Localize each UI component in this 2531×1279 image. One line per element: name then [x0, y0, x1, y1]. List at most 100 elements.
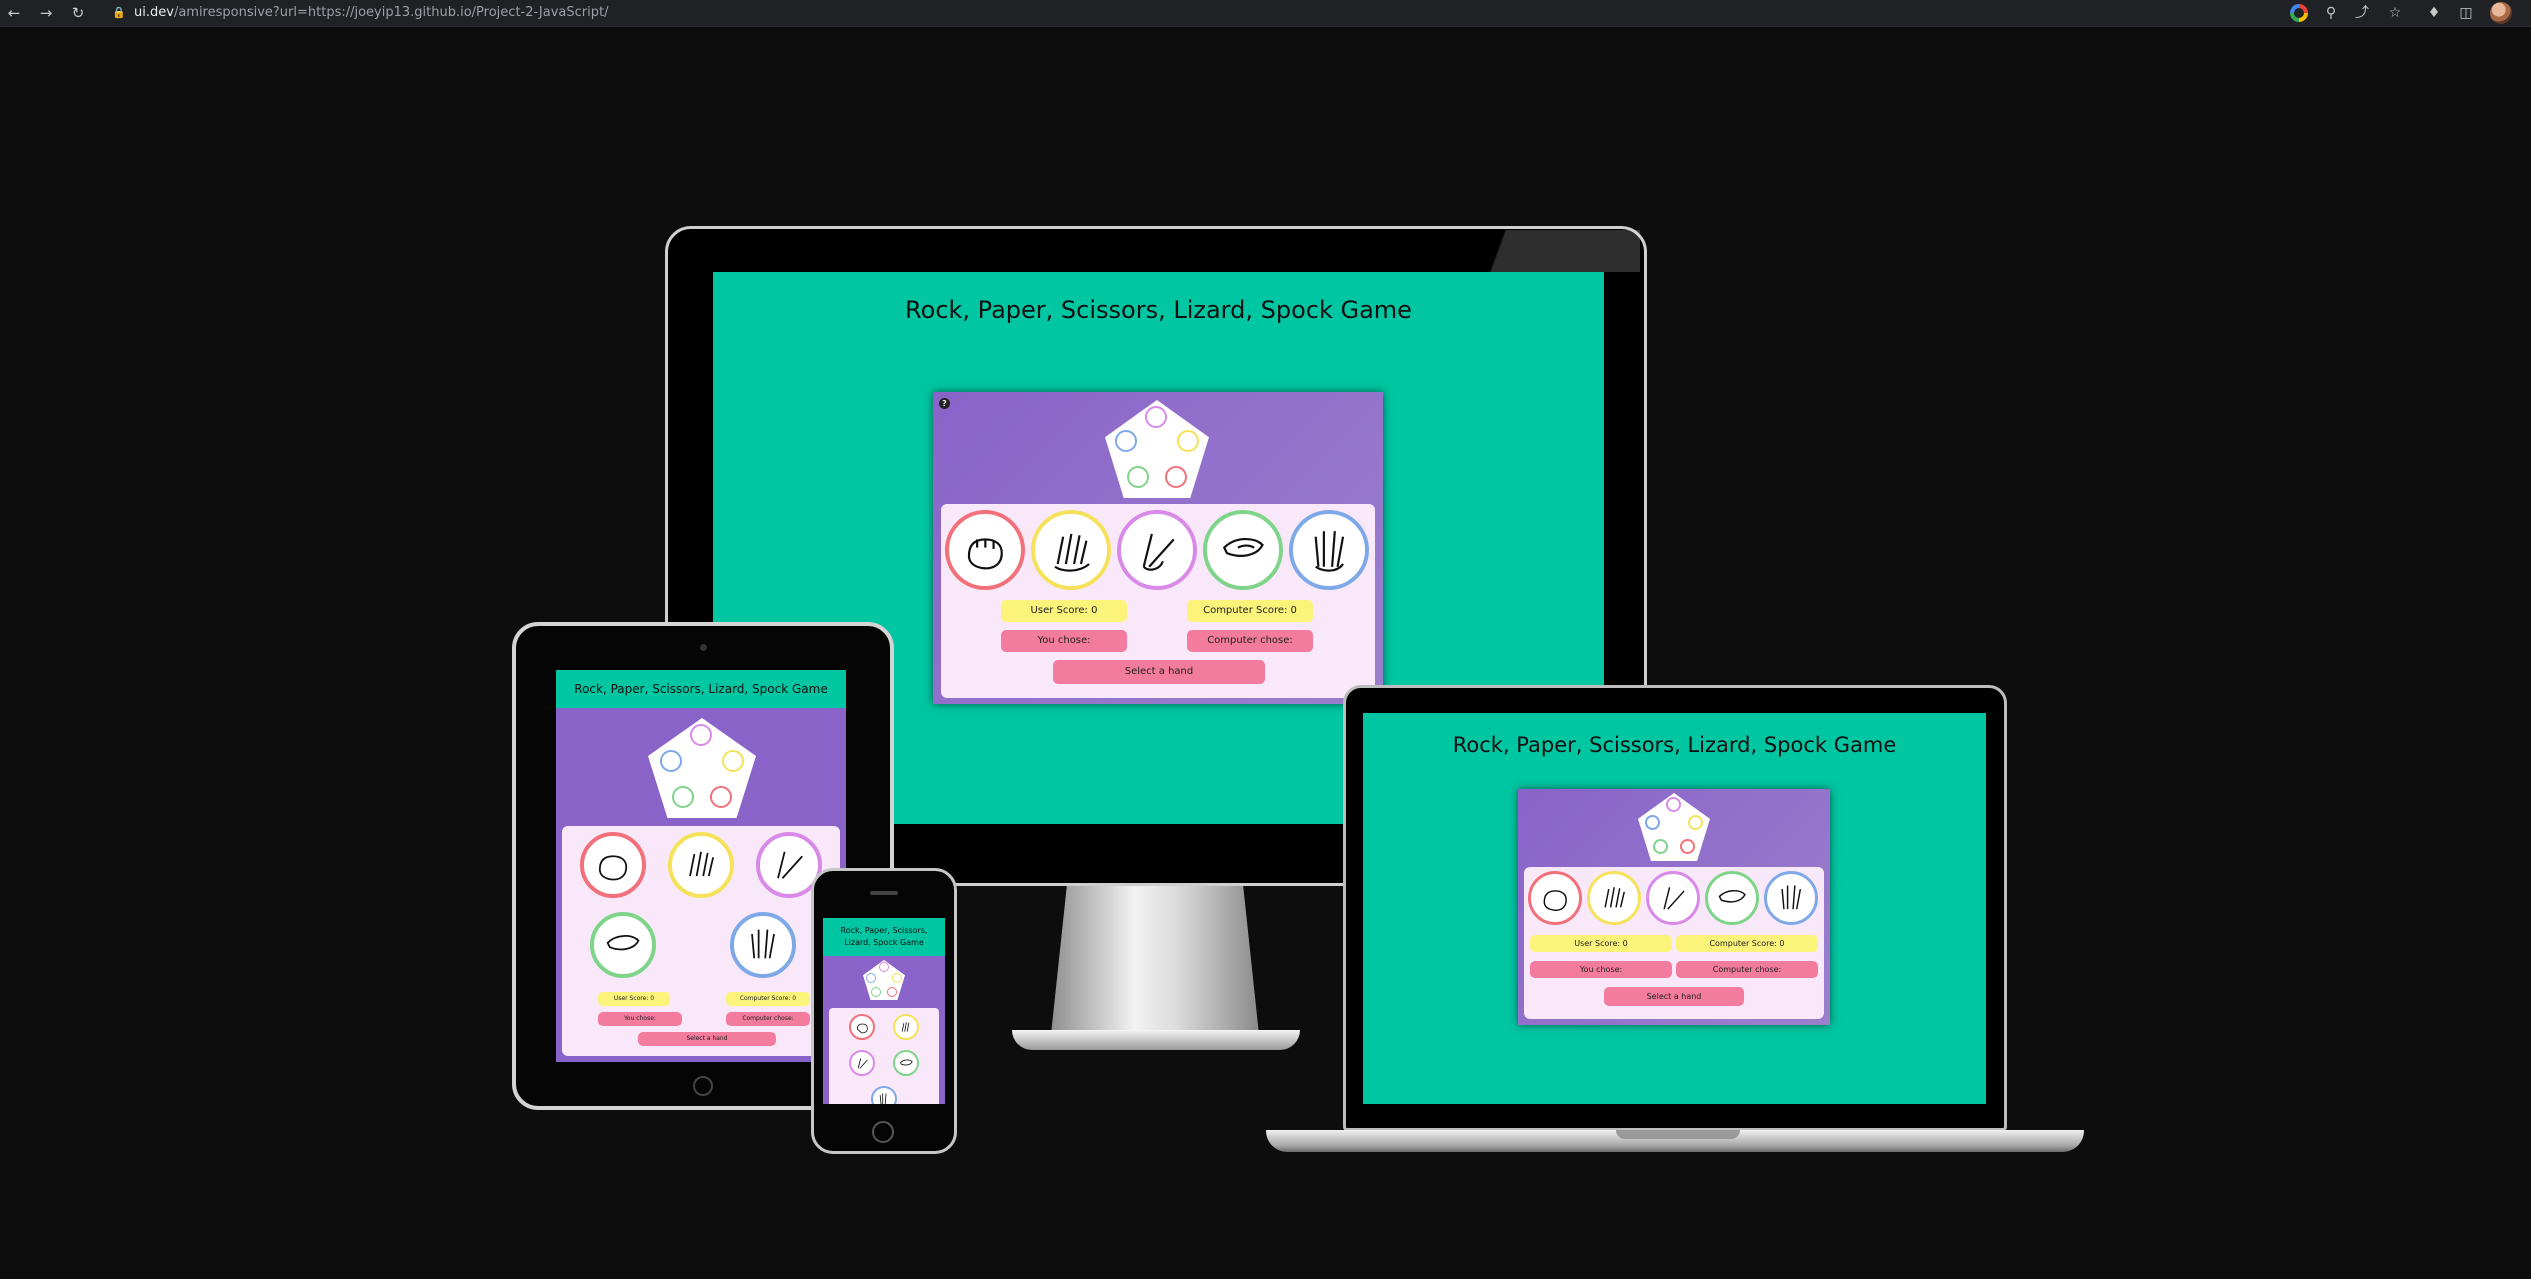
spock-icon [1115, 430, 1137, 452]
url-text: ui.dev/amiresponsive?url=https://joeyip1… [134, 5, 609, 20]
rock-icon [887, 987, 897, 997]
phone-rules-pentagon [863, 960, 905, 1000]
lizard-button[interactable] [1203, 510, 1283, 590]
reload-icon[interactable]: ↻ [68, 3, 88, 23]
paper-icon [892, 973, 902, 983]
spock-hand-icon [879, 1093, 887, 1104]
paper-button[interactable] [1031, 510, 1111, 590]
address-bar[interactable]: 🔒 ui.dev/amiresponsive?url=https://joeyi… [104, 2, 2288, 24]
rock-icon [710, 786, 732, 808]
rock-hand-icon [856, 1023, 868, 1033]
game-card: ? User Score: 0 Computer Score: 0 You ch… [933, 392, 1383, 704]
zoom-icon[interactable]: ⚲ [2321, 3, 2341, 23]
user-score: User Score: 0 [598, 992, 670, 1006]
rock-hand-icon [1543, 889, 1567, 911]
lizard-hand-icon [606, 935, 640, 951]
spock-icon [1645, 815, 1660, 830]
rock-icon [1165, 466, 1187, 488]
rock-button[interactable] [849, 1014, 875, 1040]
rock-icon [1680, 839, 1695, 854]
tablet-screen: Rock, Paper, Scissors, Lizard, Spock Gam… [556, 670, 846, 1062]
scissors-hand-icon [1142, 533, 1175, 571]
result-message: Select a hand [638, 1032, 776, 1046]
phone-title: Rock, Paper, Scissors, Lizard, Spock Gam… [840, 926, 928, 947]
bookmark-star-icon[interactable]: ☆ [2385, 3, 2405, 23]
rock-hand-icon [598, 855, 628, 881]
paper-button[interactable] [1587, 871, 1641, 925]
paper-hand-icon [689, 851, 714, 877]
paper-hand-icon [901, 1021, 909, 1032]
tablet-camera [700, 644, 707, 651]
google-icon[interactable] [2290, 4, 2308, 22]
spock-icon [660, 750, 682, 772]
rock-button[interactable] [945, 510, 1025, 590]
computer-score: Computer Score: 0 [1676, 935, 1818, 952]
spock-button[interactable] [730, 912, 796, 978]
scissors-button[interactable] [849, 1050, 875, 1076]
lizard-icon [871, 987, 881, 997]
computer-score: Computer Score: 0 [1187, 600, 1313, 622]
lizard-button[interactable] [1705, 871, 1759, 925]
phone-speaker [870, 891, 898, 895]
phone-screen: Rock, Paper, Scissors, Lizard, Spock Gam… [823, 918, 945, 1104]
profile-avatar[interactable] [2490, 2, 2512, 24]
user-score: User Score: 0 [1001, 600, 1127, 622]
user-choice: You chose: [1530, 961, 1672, 978]
lizard-icon [1653, 839, 1668, 854]
back-arrow-icon[interactable]: ← [4, 3, 24, 23]
paper-button[interactable] [893, 1014, 919, 1040]
laptop-notch [1616, 1130, 1740, 1139]
spock-icon [866, 973, 876, 983]
game-panel: User Score: 0 Computer Score: 0 You chos… [941, 504, 1375, 698]
game-panel: User Score: 0 Computer Score: 0 You chos… [1524, 867, 1824, 1019]
monitor-stand [1050, 886, 1260, 1044]
user-choice: You chose: [1001, 630, 1127, 652]
browser-toolbar: ← → ↻ 🔒 ui.dev/amiresponsive?url=https:/… [0, 0, 2531, 27]
monitor-glare [1440, 230, 1640, 272]
spock-hand-icon [1781, 885, 1801, 910]
scissors-button[interactable] [1646, 871, 1700, 925]
computer-choice: Computer chose: [726, 1012, 810, 1026]
page-title: Rock, Paper, Scissors, Lizard, Spock Gam… [905, 296, 1412, 324]
share-icon[interactable]: ⤴ [2352, 3, 2372, 23]
paper-button[interactable] [668, 832, 734, 898]
game-card: User Score: 0 Computer Score: 0 You chos… [1518, 789, 1830, 1025]
lizard-hand-icon [899, 1059, 913, 1066]
tablet-game-panel: User Score: 0 Computer Score: 0 You chos… [562, 826, 840, 1056]
lizard-hand-icon [1718, 889, 1746, 903]
spock-button[interactable] [1289, 510, 1369, 590]
rock-button[interactable] [1528, 871, 1582, 925]
phone-header: Rock, Paper, Scissors, Lizard, Spock Gam… [823, 918, 945, 956]
extensions-puzzle-icon[interactable]: ♦ [2424, 3, 2444, 23]
scissors-icon [690, 724, 712, 746]
paper-icon [722, 750, 744, 772]
tablet-header: Rock, Paper, Scissors, Lizard, Spock Gam… [556, 670, 846, 708]
lizard-button[interactable] [590, 912, 656, 978]
spock-hand-icon [1314, 530, 1344, 572]
computer-score: Computer Score: 0 [726, 992, 810, 1006]
rules-pentagon-diagram [1638, 793, 1710, 861]
rules-pentagon-diagram [1105, 400, 1209, 498]
spock-button[interactable] [1764, 871, 1818, 925]
rock-button[interactable] [580, 832, 646, 898]
scissors-icon [879, 962, 889, 972]
spock-button[interactable] [871, 1086, 897, 1104]
scissors-button[interactable] [1117, 510, 1197, 590]
lizard-icon [672, 786, 694, 808]
lock-icon: 🔒 [112, 6, 126, 19]
tablet-home-button [693, 1076, 713, 1096]
scissors-hand-icon [857, 1057, 868, 1069]
result-message: Select a hand [1053, 660, 1265, 684]
help-icon[interactable]: ? [939, 398, 950, 409]
side-panel-icon[interactable]: ◫ [2456, 3, 2476, 23]
paper-hand-icon [1053, 533, 1090, 572]
computer-choice: Computer chose: [1187, 630, 1313, 652]
phone-game-panel [829, 1008, 939, 1104]
lizard-button[interactable] [893, 1050, 919, 1076]
laptop-screen: Rock, Paper, Scissors, Lizard, Spock Gam… [1363, 713, 1986, 1104]
scissors-hand-icon [777, 851, 803, 879]
paper-icon [1688, 815, 1703, 830]
forward-arrow-icon[interactable]: → [36, 3, 56, 23]
computer-choice: Computer chose: [1676, 961, 1818, 978]
phone-home-button [872, 1121, 894, 1143]
